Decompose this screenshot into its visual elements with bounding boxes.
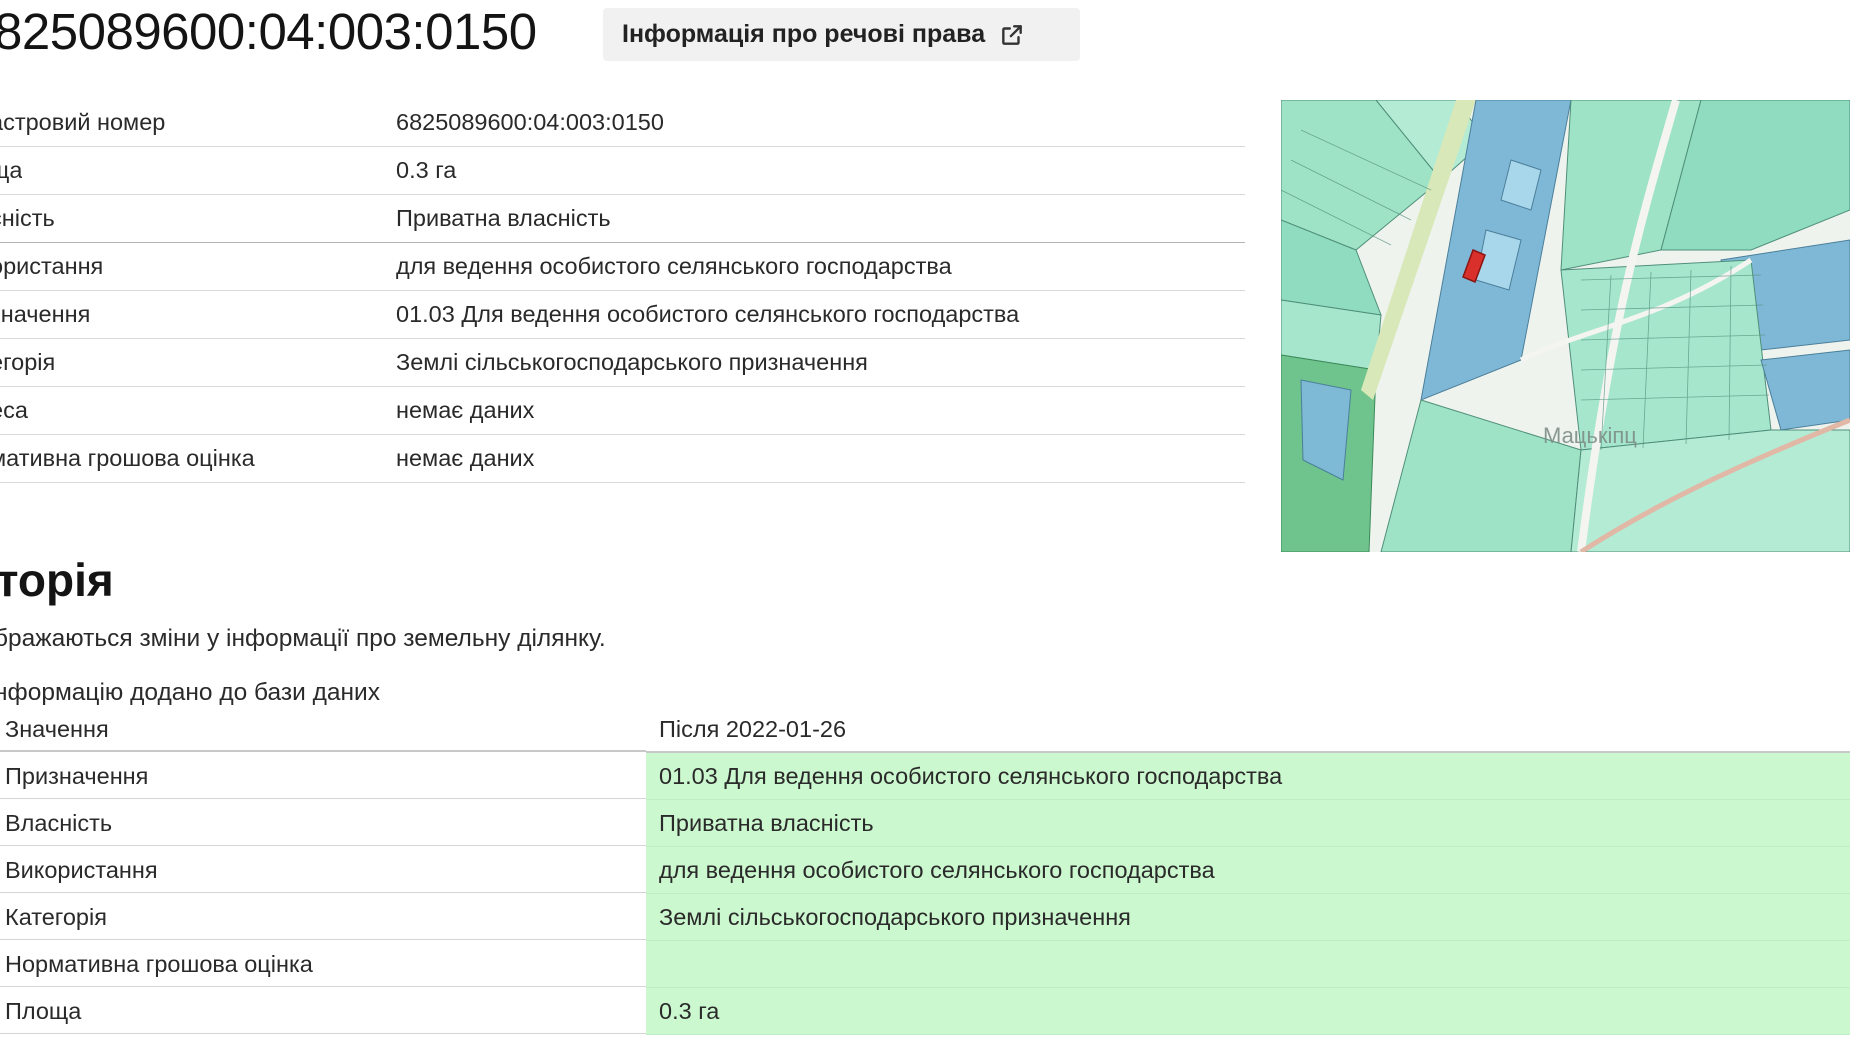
info-label: сність [0,205,55,231]
info-row: ща 0.3 га [0,147,1245,195]
history-after-value: 01.03 Для ведення особистого селянського… [646,753,1850,800]
history-field: Використання [0,847,646,893]
history-after-value: 0.3 га [646,988,1850,1035]
table-row: Використання для ведення особистого селя… [0,847,1850,894]
history-field: Площа [0,988,646,1034]
table-row: Площа 0.3 га [0,988,1850,1035]
history-after-value [646,941,1850,988]
page-title: 825089600:04:003:0150 [0,3,537,60]
cadastral-map[interactable]: Мацькіпц [1281,100,1850,552]
info-label: астровий номер [0,109,166,135]
external-link-icon [999,22,1025,48]
info-row: значення 01.03 Для ведення особистого се… [0,291,1245,339]
map-place-label: Мацькіпц [1543,423,1637,448]
history-description: бражаються зміни у інформації про земель… [0,625,606,652]
info-row: ористання для ведення особистого селянсь… [0,243,1245,291]
info-label: еса [0,397,28,423]
info-label: мативна грошова оцінка [0,445,255,471]
info-row: еса немає даних [0,387,1245,435]
history-field: Нормативна грошова оцінка [0,941,646,987]
info-label: ористання [0,253,104,279]
history-field: Категорія [0,894,646,940]
rights-info-button-label: Інформація про речові права [622,20,986,48]
info-label: ща [0,157,23,183]
history-table: Значення Після 2022-01-26 Призначення 01… [0,706,1850,1035]
info-value: Приватна власність [396,205,611,231]
history-field: Власність [0,800,646,846]
info-value: немає даних [396,397,535,423]
table-row: Призначення 01.03 Для ведення особистого… [0,753,1850,800]
info-value: Землі сільськогосподарського призначення [396,349,868,375]
info-row: егорія Землі сільськогосподарського приз… [0,339,1245,387]
info-value: 0.3 га [396,157,457,183]
rights-info-button[interactable]: Інформація про речові права [603,8,1080,61]
history-heading: торія [0,554,114,606]
history-header-row: Значення Після 2022-01-26 [0,706,1850,753]
info-row: астровий номер 6825089600:04:003:0150 [0,99,1245,147]
table-row: Власність Приватна власність [0,800,1850,847]
table-row: Нормативна грошова оцінка [0,941,1850,988]
info-row: мативна грошова оцінка немає даних [0,435,1245,483]
history-field: Призначення [0,753,646,799]
column-header-after: Після 2022-01-26 [646,706,1850,753]
history-event-title: нформацію додано до бази даних [0,679,380,706]
table-row: Категорія Землі сільськогосподарського п… [0,894,1850,941]
history-after-value: Землі сільськогосподарського призначення [646,894,1850,941]
history-after-value: для ведення особистого селянського госпо… [646,847,1850,894]
info-value: 01.03 Для ведення особистого селянського… [396,301,1020,327]
info-row: сність Приватна власність [0,195,1245,243]
parcel-info-table: астровий номер 6825089600:04:003:0150 ща… [0,99,1245,483]
info-value: для ведення особистого селянського госпо… [396,253,952,279]
column-header-value: Значення [0,706,646,752]
info-value: 6825089600:04:003:0150 [396,109,664,135]
history-after-value: Приватна власність [646,800,1850,847]
info-value: немає даних [396,445,535,471]
info-label: егорія [0,349,56,375]
info-label: значення [0,301,91,327]
